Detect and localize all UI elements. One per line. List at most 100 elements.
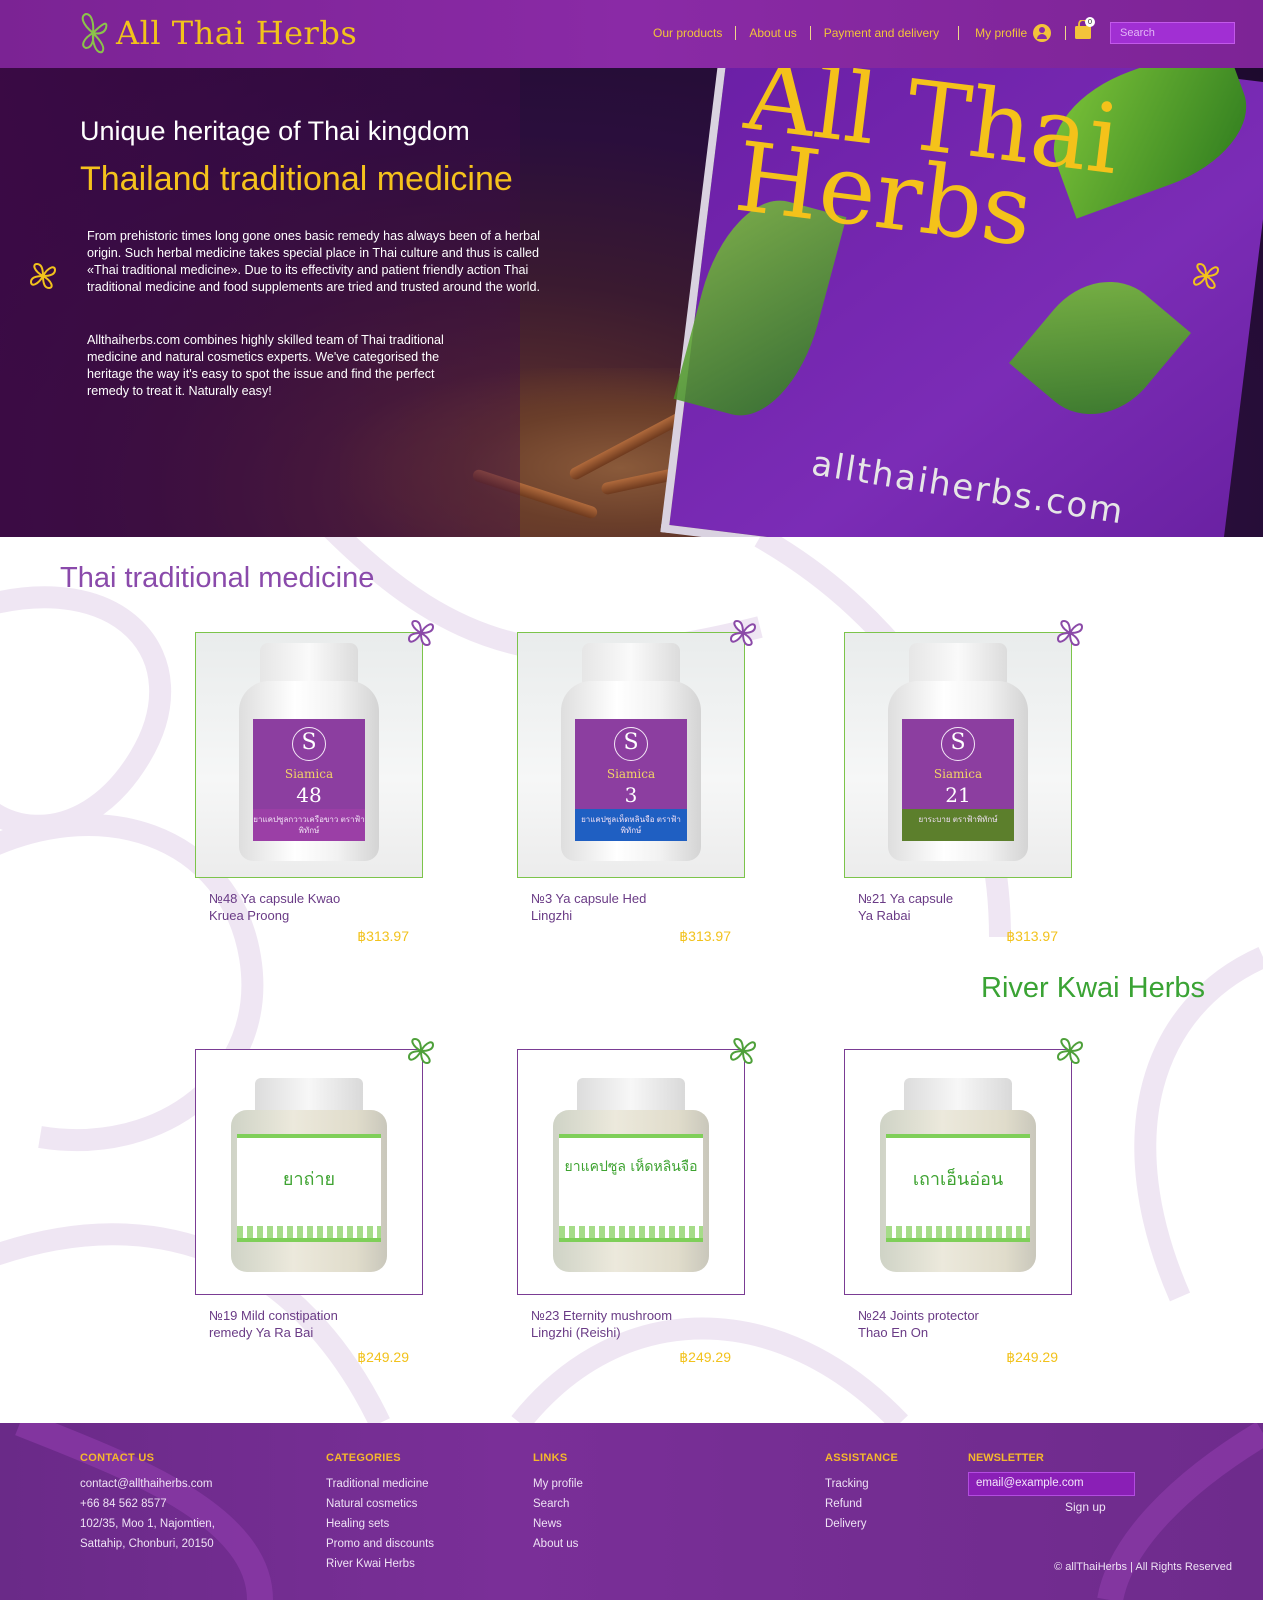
footer-link[interactable]: Traditional medicine (326, 1474, 434, 1494)
jar-leaf-pattern (886, 1226, 1030, 1238)
bottle-number: 21 (945, 783, 971, 807)
bottle-cap (582, 643, 680, 685)
footer-link[interactable]: Tracking (825, 1474, 898, 1494)
logo-text: All Thai Herbs (116, 14, 358, 52)
product-price: ฿249.29 (1006, 1349, 1058, 1365)
jar-label: ยาถ่าย (237, 1134, 381, 1242)
product-name[interactable]: №21 Ya capsule Ya Rabai (858, 890, 968, 924)
flower-icon (407, 619, 435, 647)
bottle-label: S Siamica 48 ยาแคปซูลกวาวเครือขาว ตราฟ้า… (253, 719, 365, 841)
bottle-brand: Siamica (933, 767, 983, 781)
flower-icon (1192, 262, 1220, 290)
jar-label-text: ยาแคปซูล เห็ดหลินจือ (564, 1159, 698, 1175)
product-name[interactable]: №24 Joints protector Thao En On (858, 1307, 1008, 1341)
product-image[interactable]: ยาแคปซูล เห็ดหลินจือ (517, 1049, 745, 1295)
footer-link[interactable]: Refund (825, 1494, 898, 1514)
product-card[interactable]: S Siamica 21 ยาระบาย ตราฟ้าพิทักษ์ №21 Y… (844, 632, 1072, 944)
search-input[interactable] (1110, 22, 1235, 44)
footer-address: Sattahip, Chonburi, 20150 (80, 1538, 214, 1550)
hero-banner: All Thai Herbs allthaiherbs.com Unique h… (0, 68, 1263, 537)
footer-newsletter: NEWSLETTER email@example.com Sign up (968, 1452, 1135, 1514)
product-name[interactable]: №19 Mild constipation remedy Ya Ra Bai (209, 1307, 359, 1341)
product-image[interactable]: S Siamica 3 ยาแคปซูลเห็ดหลินจือ ตราฟ้าพิ… (517, 632, 745, 878)
footer-link[interactable]: My profile (533, 1474, 583, 1494)
nav-our-products[interactable]: Our products (640, 26, 735, 40)
my-profile-link[interactable]: My profile (959, 24, 1052, 42)
site-logo[interactable]: All Thai Herbs (76, 10, 357, 56)
newsletter-email-input[interactable]: email@example.com (968, 1472, 1135, 1496)
footer-heading: NEWSLETTER (968, 1452, 1044, 1464)
jar-label-text: ยาถ่าย (282, 1169, 336, 1190)
footer-heading: CATEGORIES (326, 1452, 401, 1464)
footer-link[interactable]: Healing sets (326, 1514, 434, 1534)
bottle-number: 3 (624, 783, 638, 807)
flower-icon (407, 1037, 435, 1065)
flower-icon (1056, 1037, 1084, 1065)
product-image[interactable]: S Siamica 48 ยาแคปซูลกวาวเครือขาว ตราฟ้า… (195, 632, 423, 878)
flower-icon (729, 1037, 757, 1065)
siamica-logo: S (614, 727, 648, 761)
footer-link[interactable]: River Kwai Herbs (326, 1554, 434, 1574)
footer-phone[interactable]: +66 84 562 8577 (80, 1494, 215, 1514)
product-name[interactable]: №48 Ya capsule Kwao Kruea Proong (209, 890, 359, 924)
hero-subtitle: Unique heritage of Thai kingdom (80, 116, 470, 146)
section-title-river-kwai: River Kwai Herbs (981, 972, 1205, 1004)
product-image[interactable]: เถาเอ็นอ่อน (844, 1049, 1072, 1295)
product-name[interactable]: №3 Ya capsule Hed Lingzhi (531, 890, 651, 924)
logo-flower-icon (81, 12, 108, 54)
product-name[interactable]: №23 Eternity mushroom Lingzhi (Reishi) (531, 1307, 691, 1341)
siamica-logo: S (292, 727, 326, 761)
product-card[interactable]: ยาแคปซูล เห็ดหลินจือ №23 Eternity mushro… (517, 1049, 745, 1365)
footer-link[interactable]: Search (533, 1494, 583, 1514)
bottle-band: ยาแคปซูลกวาวเครือขาว ตราฟ้าพิทักษ์ (253, 809, 365, 841)
product-jar: ยาแคปซูล เห็ดหลินจือ (553, 1078, 709, 1274)
product-bottle: S Siamica 48 ยาแคปซูลกวาวเครือขาว ตราฟ้า… (234, 633, 384, 877)
cart-button[interactable]: 0 (1074, 17, 1095, 40)
product-bottle: S Siamica 3 ยาแคปซูลเห็ดหลินจือ ตราฟ้าพิ… (556, 633, 706, 877)
main-nav: Our products About us Payment and delive… (640, 24, 1067, 42)
nav-about-us[interactable]: About us (736, 26, 809, 40)
hero-title: Thailand traditional medicine (80, 160, 513, 198)
product-card[interactable]: S Siamica 48 ยาแคปซูลกวาวเครือขาว ตราฟ้า… (195, 632, 423, 944)
hero-card-text: All Thai Herbs (729, 68, 1126, 269)
newsletter-signup-button[interactable]: Sign up (1065, 1500, 1135, 1514)
footer-categories: CATEGORIES Traditional medicine Natural … (326, 1452, 434, 1574)
bottle-brand: Siamica (284, 767, 334, 781)
footer-contact: CONTACT US contact@allthaiherbs.com +66 … (80, 1452, 215, 1554)
my-profile-label: My profile (975, 26, 1028, 40)
bottle-band: ยาแคปซูลเห็ดหลินจือ ตราฟ้าพิทักษ์ (575, 809, 687, 841)
product-image[interactable]: ยาถ่าย (195, 1049, 423, 1295)
bottle-cap (909, 643, 1007, 685)
product-image[interactable]: S Siamica 21 ยาระบาย ตราฟ้าพิทักษ์ (844, 632, 1072, 878)
footer-copyright: © allThaiHerbs | All Rights Reserved (1054, 1561, 1232, 1573)
section-title-thai-medicine: Thai traditional medicine (60, 562, 375, 594)
footer-link[interactable]: Promo and discounts (326, 1534, 434, 1554)
footer-address: 102/35, Moo 1, Najomtien, (80, 1518, 215, 1530)
jar-leaf-pattern (237, 1226, 381, 1238)
footer-link[interactable]: About us (533, 1534, 583, 1554)
site-footer: CONTACT US contact@allthaiherbs.com +66 … (0, 1423, 1263, 1600)
nav-payment-delivery[interactable]: Payment and delivery (811, 26, 952, 40)
footer-email[interactable]: contact@allthaiherbs.com (80, 1474, 215, 1494)
footer-heading: CONTACT US (80, 1452, 155, 1464)
product-card[interactable]: S Siamica 3 ยาแคปซูลเห็ดหลินจือ ตราฟ้าพิ… (517, 632, 745, 944)
footer-heading: ASSISTANCE (825, 1452, 899, 1464)
product-price: ฿313.97 (1006, 928, 1058, 944)
product-jar: ยาถ่าย (231, 1078, 387, 1274)
cart-count-badge: 0 (1085, 17, 1095, 27)
nav-divider (1065, 26, 1067, 40)
bottle-cap (260, 643, 358, 685)
bottle-label: S Siamica 3 ยาแคปซูลเห็ดหลินจือ ตราฟ้าพิ… (575, 719, 687, 841)
site-header: All Thai Herbs Our products About us Pay… (0, 0, 1263, 68)
footer-link[interactable]: Natural cosmetics (326, 1494, 434, 1514)
product-card[interactable]: ยาถ่าย №19 Mild constipation remedy Ya R… (195, 1049, 423, 1365)
product-price: ฿249.29 (357, 1349, 409, 1365)
footer-link[interactable]: Delivery (825, 1514, 898, 1534)
product-card[interactable]: เถาเอ็นอ่อน №24 Joints protector Thao En… (844, 1049, 1072, 1365)
hero-paragraph-1: From prehistoric times long gone ones ba… (87, 229, 540, 294)
jar-label: เถาเอ็นอ่อน (886, 1134, 1030, 1242)
product-price: ฿313.97 (679, 928, 731, 944)
product-price: ฿249.29 (679, 1349, 731, 1365)
footer-link[interactable]: News (533, 1514, 583, 1534)
bottle-number: 48 (296, 783, 322, 807)
